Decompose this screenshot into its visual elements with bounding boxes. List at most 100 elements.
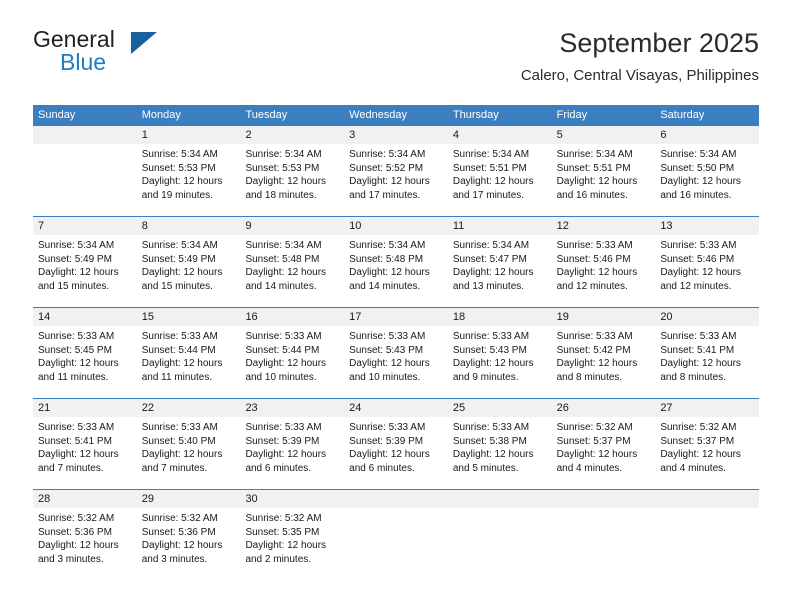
daylight-duration-line2: and 3 minutes. xyxy=(38,553,104,565)
day-number xyxy=(551,490,656,508)
day-cell[interactable]: 28 Sunrise: 5:32 AM Sunset: 5:36 PM Dayligh… xyxy=(33,490,137,580)
sunrise-time: Sunrise: 5:34 AM xyxy=(660,149,737,160)
day-cell[interactable]: 2 Sunrise: 5:34 AM Sunset: 5:53 PM Daylight… xyxy=(240,126,345,216)
daylight-duration-line2: and 16 minutes. xyxy=(556,189,628,201)
day-cell[interactable]: 8 Sunrise: 5:34 AM Sunset: 5:49 PM Daylight… xyxy=(136,217,241,307)
day-cell[interactable]: 4 Sunrise: 5:34 AM Sunset: 5:51 PM Daylight… xyxy=(447,126,552,216)
day-number xyxy=(33,126,137,144)
calendar-week-row: 1 Sunrise: 5:34 AM Sunset: 5:53 PM Daylight… xyxy=(33,126,760,216)
day-cell[interactable]: 13 Sunrise: 5:33 AM Sunset: 5:46 PM Dayligh… xyxy=(655,217,760,307)
day-cell[interactable]: 25 Sunrise: 5:33 AM Sunset: 5:38 PM Dayligh… xyxy=(447,399,552,489)
daylight-duration-line1: Daylight: 12 hours xyxy=(245,358,327,370)
day-cell[interactable]: 20 Sunrise: 5:33 AM Sunset: 5:41 PM Dayligh… xyxy=(655,308,760,398)
day-number: 20 xyxy=(655,308,760,326)
daylight-duration-line1: Daylight: 12 hours xyxy=(452,449,534,461)
day-cell[interactable]: 6 Sunrise: 5:34 AM Sunset: 5:50 PM Daylight… xyxy=(655,126,760,216)
weekday-header-monday: Monday xyxy=(141,109,181,121)
daylight-duration-line1: Daylight: 12 hours xyxy=(556,449,638,461)
weekday-header-thursday: Thursday xyxy=(452,109,499,121)
day-cell[interactable]: 21 Sunrise: 5:33 AM Sunset: 5:41 PM Dayligh… xyxy=(33,399,137,489)
daylight-duration-line2: and 11 minutes. xyxy=(38,371,109,383)
daylight-duration-line2: and 12 minutes. xyxy=(660,280,732,292)
daylight-duration-line1: Daylight: 12 hours xyxy=(349,358,430,370)
day-number: 19 xyxy=(551,308,656,326)
day-cell[interactable]: 1 Sunrise: 5:34 AM Sunset: 5:53 PM Daylight… xyxy=(136,126,241,216)
sunrise-time: Sunrise: 5:34 AM xyxy=(452,149,530,160)
day-cell[interactable]: 24 Sunrise: 5:33 AM Sunset: 5:39 PM Dayligh… xyxy=(344,399,448,489)
sunset-time: Sunset: 5:38 PM xyxy=(452,435,527,447)
daylight-duration-line1: Daylight: 12 hours xyxy=(349,176,430,188)
day-number: 11 xyxy=(447,217,552,235)
daylight-duration-line2: and 4 minutes. xyxy=(660,462,726,474)
day-cell[interactable]: 11 Sunrise: 5:34 AM Sunset: 5:47 PM Dayligh… xyxy=(447,217,552,307)
sunrise-time: Sunrise: 5:33 AM xyxy=(245,422,322,433)
day-cell[interactable]: 23 Sunrise: 5:33 AM Sunset: 5:39 PM Dayligh… xyxy=(240,399,345,489)
day-cell[interactable]: 16 Sunrise: 5:33 AM Sunset: 5:44 PM Dayligh… xyxy=(240,308,345,398)
day-cell[interactable]: 10 Sunrise: 5:34 AM Sunset: 5:48 PM Dayligh… xyxy=(344,217,448,307)
sunset-time: Sunset: 5:43 PM xyxy=(452,344,527,356)
daylight-duration-line2: and 10 minutes. xyxy=(245,371,317,383)
daylight-duration-line1: Daylight: 12 hours xyxy=(452,358,534,370)
weekday-header-wednesday: Wednesday xyxy=(349,109,408,121)
day-number: 28 xyxy=(33,490,137,508)
day-cell[interactable]: 9 Sunrise: 5:34 AM Sunset: 5:48 PM Daylight… xyxy=(240,217,345,307)
calendar-week-row: 7 Sunrise: 5:34 AM Sunset: 5:49 PM Daylight… xyxy=(33,216,760,307)
day-cell[interactable]: 18 Sunrise: 5:33 AM Sunset: 5:43 PM Dayligh… xyxy=(447,308,552,398)
day-cell[interactable]: 15 Sunrise: 5:33 AM Sunset: 5:44 PM Dayligh… xyxy=(136,308,241,398)
sunrise-time: Sunrise: 5:33 AM xyxy=(452,422,530,433)
day-cell[interactable]: 3 Sunrise: 5:34 AM Sunset: 5:52 PM Daylight… xyxy=(344,126,448,216)
day-cell-empty xyxy=(33,126,137,216)
sunset-time: Sunset: 5:46 PM xyxy=(660,253,735,265)
brand-name-blue: Blue xyxy=(60,49,107,75)
day-cell[interactable]: 7 Sunrise: 5:34 AM Sunset: 5:49 PM Daylight… xyxy=(33,217,137,307)
day-number: 12 xyxy=(551,217,656,235)
sunset-time: Sunset: 5:37 PM xyxy=(660,435,735,447)
day-details: Sunrise: 5:33 AM Sunset: 5:38 PM Daylight:… xyxy=(448,417,552,475)
day-number: 18 xyxy=(447,308,552,326)
day-cell[interactable]: 22 Sunrise: 5:33 AM Sunset: 5:40 PM Dayligh… xyxy=(136,399,241,489)
weekday-header-row: Sunday Monday Tuesday Wednesday Thursday Frid… xyxy=(33,105,759,126)
sunrise-time: Sunrise: 5:34 AM xyxy=(349,240,426,251)
sunset-time: Sunset: 5:53 PM xyxy=(141,162,216,174)
day-cell[interactable]: 17 Sunrise: 5:33 AM Sunset: 5:43 PM Dayligh… xyxy=(344,308,448,398)
weekday-header-saturday: Saturday xyxy=(660,109,705,121)
daylight-duration-line1: Daylight: 12 hours xyxy=(141,267,223,279)
daylight-duration-line2: and 10 minutes. xyxy=(349,371,421,383)
day-details: Sunrise: 5:33 AM Sunset: 5:44 PM Daylight:… xyxy=(137,326,241,384)
brand-logo[interactable]: General Blue xyxy=(33,26,233,88)
day-details: Sunrise: 5:33 AM Sunset: 5:45 PM Daylight:… xyxy=(33,326,137,384)
daylight-duration-line2: and 11 minutes. xyxy=(141,371,213,383)
day-details: Sunrise: 5:33 AM Sunset: 5:41 PM Daylight:… xyxy=(655,326,759,384)
daylight-duration-line2: and 6 minutes. xyxy=(245,462,312,474)
daylight-duration-line2: and 6 minutes. xyxy=(349,462,415,474)
weekday-header-sunday: Sunday xyxy=(38,109,76,121)
day-cell[interactable]: 12 Sunrise: 5:33 AM Sunset: 5:46 PM Dayligh… xyxy=(551,217,656,307)
day-cell[interactable]: 26 Sunrise: 5:32 AM Sunset: 5:37 PM Dayligh… xyxy=(551,399,656,489)
day-details: Sunrise: 5:32 AM Sunset: 5:35 PM Daylight:… xyxy=(240,508,344,566)
sunrise-time: Sunrise: 5:32 AM xyxy=(38,513,115,524)
day-details: Sunrise: 5:33 AM Sunset: 5:43 PM Daylight:… xyxy=(448,326,552,384)
daylight-duration-line2: and 3 minutes. xyxy=(141,553,208,565)
day-details: Sunrise: 5:34 AM Sunset: 5:48 PM Daylight:… xyxy=(240,235,344,293)
daylight-duration-line1: Daylight: 12 hours xyxy=(245,176,327,188)
day-cell[interactable]: 27 Sunrise: 5:32 AM Sunset: 5:37 PM Dayligh… xyxy=(655,399,760,489)
day-cell-empty xyxy=(344,490,448,580)
day-cell[interactable]: 5 Sunrise: 5:34 AM Sunset: 5:51 PM Daylight… xyxy=(551,126,656,216)
day-details: Sunrise: 5:34 AM Sunset: 5:51 PM Daylight:… xyxy=(448,144,552,202)
day-number: 21 xyxy=(33,399,137,417)
daylight-duration-line1: Daylight: 12 hours xyxy=(556,358,638,370)
day-cell[interactable]: 30 Sunrise: 5:32 AM Sunset: 5:35 PM Dayligh… xyxy=(240,490,345,580)
day-cell[interactable]: 29 Sunrise: 5:32 AM Sunset: 5:36 PM Dayligh… xyxy=(136,490,241,580)
day-cell[interactable]: 14 Sunrise: 5:33 AM Sunset: 5:45 PM Dayligh… xyxy=(33,308,137,398)
daylight-duration-line1: Daylight: 12 hours xyxy=(38,540,119,552)
sunrise-time: Sunrise: 5:33 AM xyxy=(38,331,115,342)
day-cell[interactable]: 19 Sunrise: 5:33 AM Sunset: 5:42 PM Dayligh… xyxy=(551,308,656,398)
daylight-duration-line2: and 14 minutes. xyxy=(349,280,421,292)
day-number: 9 xyxy=(240,217,345,235)
day-details: Sunrise: 5:33 AM Sunset: 5:44 PM Daylight:… xyxy=(240,326,344,384)
daylight-duration-line1: Daylight: 12 hours xyxy=(245,540,327,552)
sunrise-time: Sunrise: 5:33 AM xyxy=(141,331,218,342)
daylight-duration-line1: Daylight: 12 hours xyxy=(38,449,119,461)
day-details: Sunrise: 5:34 AM Sunset: 5:51 PM Daylight:… xyxy=(552,144,656,202)
daylight-duration-line2: and 14 minutes. xyxy=(245,280,317,292)
